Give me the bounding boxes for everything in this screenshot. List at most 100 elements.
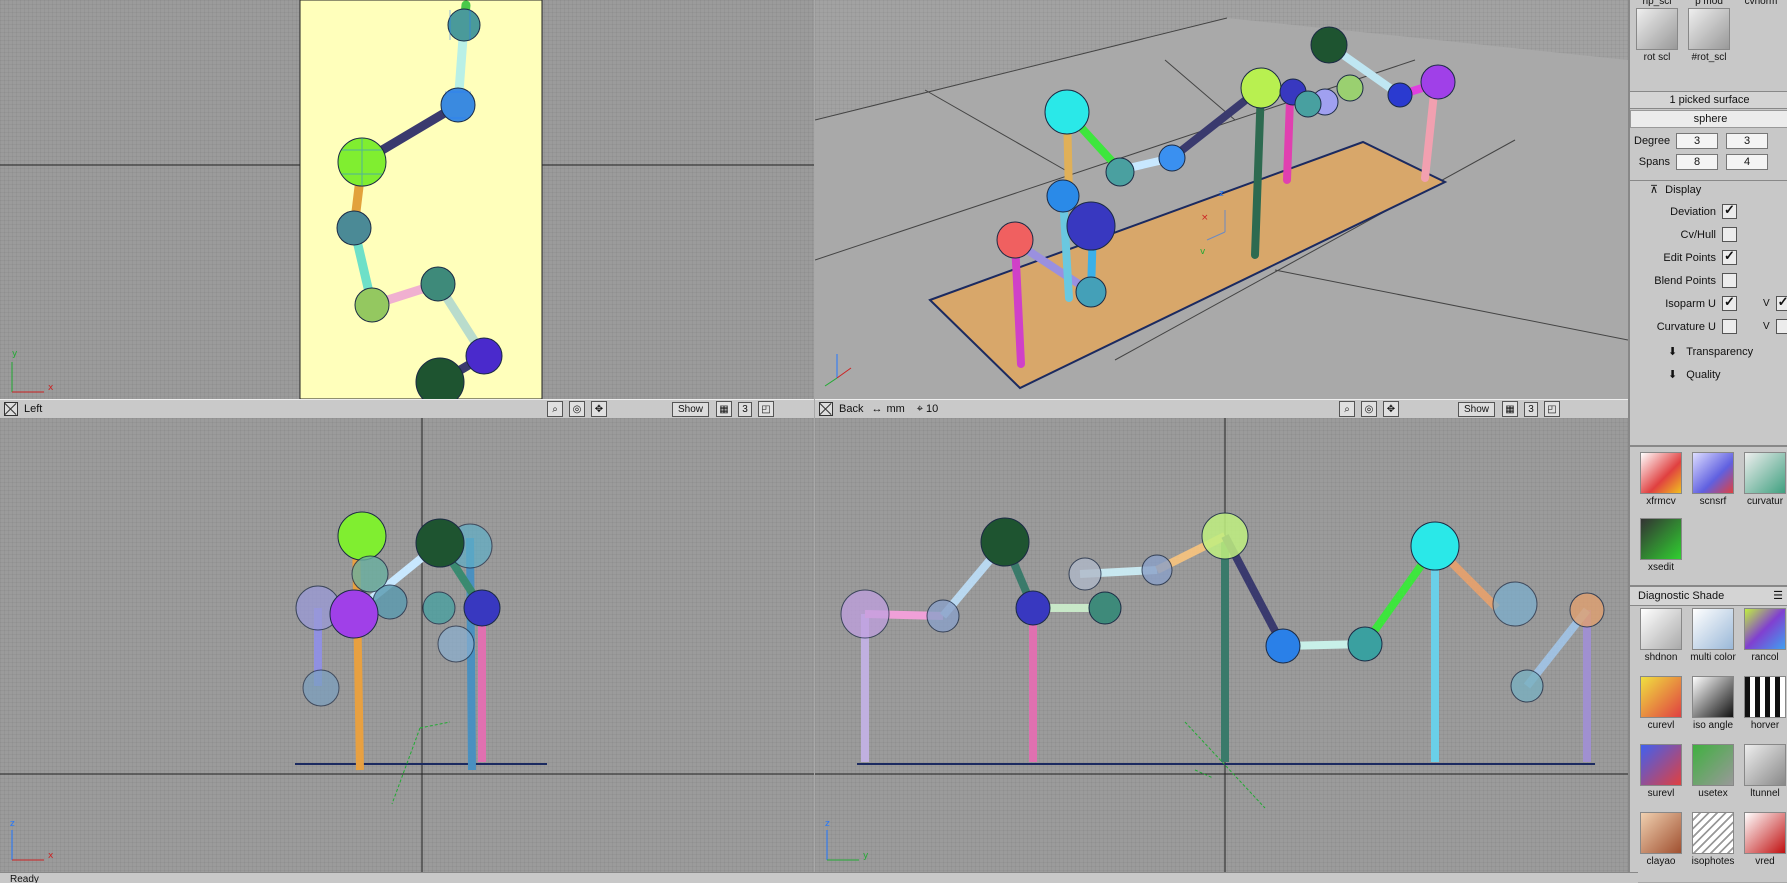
menu-icon[interactable]: ☰: [1773, 587, 1783, 605]
scnsrf-icon: [1692, 452, 1734, 494]
axis-label-y: y: [12, 349, 18, 359]
clayao-icon: [1640, 812, 1682, 854]
diagnostic-header-label: Diagnostic Shade: [1638, 590, 1725, 602]
usetex-icon: [1692, 744, 1734, 786]
blend-points-checkbox[interactable]: [1722, 273, 1737, 288]
tool-label: horver: [1750, 720, 1780, 731]
svg-text:z: z: [1219, 189, 1224, 199]
degree-v-field[interactable]: 3: [1726, 133, 1768, 149]
status-bar: Ready: [0, 872, 1638, 883]
layout-icon[interactable]: ▦: [1502, 401, 1519, 417]
transparency-toggle[interactable]: ⬇ Transparency: [1668, 345, 1753, 358]
viewport-top[interactable]: y x: [0, 0, 814, 399]
shade-tool-rancol[interactable]: rancol: [1740, 608, 1787, 663]
multi-color-icon: [1692, 608, 1734, 650]
display-item-label: Edit Points: [1663, 251, 1716, 264]
units-label: mm: [886, 403, 905, 415]
quality-toggle[interactable]: ⬇ Quality: [1668, 368, 1721, 381]
rancol-icon: [1744, 608, 1786, 650]
diagnostic-shade-header[interactable]: Diagnostic Shade ☰: [1630, 585, 1787, 606]
display-item-label: Cv/Hull: [1680, 228, 1716, 241]
xfrmcv-icon: [1640, 452, 1682, 494]
quality-label: Quality: [1686, 369, 1721, 381]
frame-icon[interactable]: ◎: [569, 401, 585, 417]
degree-u-field[interactable]: 3: [1676, 133, 1718, 149]
curvature-v-checkbox[interactable]: [1775, 319, 1787, 334]
shdnon-icon: [1640, 608, 1682, 650]
perspective-view-canvas: z × v: [815, 17, 1628, 399]
show-button-left[interactable]: Show: [672, 401, 710, 417]
shade-tool-surevl[interactable]: surevl: [1636, 744, 1686, 799]
pan-icon[interactable]: ✥: [1383, 401, 1399, 417]
display-item-label: Curvature U: [1656, 320, 1716, 333]
tool-label: surevl: [1647, 788, 1675, 799]
iso-angle-icon: [1692, 676, 1734, 718]
shade-tool-isophotes[interactable]: isophotes: [1688, 812, 1738, 867]
tool-scnsrf[interactable]: scnsrf: [1688, 452, 1738, 507]
units-icon: ↔: [871, 403, 883, 415]
shade-tool-curevl[interactable]: curevl: [1636, 676, 1686, 731]
tool-label: #rot_scl: [1691, 52, 1727, 63]
display-row-blendpoints: Blend Points: [1634, 273, 1737, 288]
top-view-canvas: y x: [0, 0, 814, 399]
degree-row: Degree 3 3: [1634, 133, 1768, 149]
tool-rot-scl[interactable]: rlp_scl rot scl: [1632, 0, 1682, 63]
zoom-icon[interactable]: ⌕: [1339, 401, 1355, 417]
object-name[interactable]: sphere: [1630, 110, 1787, 128]
vred-icon: [1744, 812, 1786, 854]
tool-rot-scl-alt[interactable]: p mod #rot_scl: [1684, 0, 1734, 63]
frame-icon[interactable]: ◎: [1361, 401, 1377, 417]
layout-icon[interactable]: ▦: [716, 401, 733, 417]
rotate-scale-icon: [1688, 8, 1730, 50]
close-viewport-icon[interactable]: [4, 402, 18, 416]
tool-label: scnsrf: [1699, 496, 1727, 507]
tool-xsedit[interactable]: xsedit: [1636, 518, 1686, 573]
viewport-left[interactable]: z x: [0, 418, 814, 872]
edit-points-checkbox[interactable]: [1722, 248, 1737, 265]
curvature-u-checkbox[interactable]: [1722, 319, 1737, 334]
isoparm-v-checkbox[interactable]: [1775, 294, 1787, 311]
shade-tool-usetex[interactable]: usetex: [1688, 744, 1738, 799]
left-view-canvas: z x: [0, 418, 814, 872]
spans-label: Spans: [1638, 156, 1670, 168]
zoom-icon[interactable]: ⌕: [547, 401, 563, 417]
shade-tool-vred[interactable]: vred: [1740, 812, 1787, 867]
pan-icon[interactable]: ✥: [591, 401, 607, 417]
cvhull-checkbox[interactable]: [1722, 227, 1737, 242]
spans-v-field[interactable]: 4: [1726, 154, 1768, 170]
shade-tool-clayao[interactable]: clayao: [1636, 812, 1686, 867]
shade-tool-iso-angle[interactable]: iso angle: [1688, 676, 1738, 731]
layer-count-left[interactable]: 3: [738, 401, 753, 417]
shade-tool-horver[interactable]: horver: [1740, 676, 1787, 731]
viewport-back[interactable]: z y: [815, 418, 1628, 872]
picked-surface-label[interactable]: 1 picked surface: [1630, 91, 1787, 109]
display-row-isoparm: Isoparm U V: [1634, 294, 1787, 311]
axis-label-x: x: [48, 383, 54, 393]
spans-u-field[interactable]: 8: [1676, 154, 1718, 170]
shade-tool-ltunnel[interactable]: ltunnel: [1740, 744, 1787, 799]
curevl-icon: [1640, 676, 1682, 718]
display-row-deviation: Deviation: [1634, 202, 1737, 219]
close-viewport-icon[interactable]: [819, 402, 833, 416]
display-header-label: Display: [1665, 184, 1702, 196]
maximize-icon[interactable]: ◰: [758, 401, 775, 417]
deviation-checkbox[interactable]: [1722, 202, 1737, 219]
show-button-back[interactable]: Show: [1458, 401, 1496, 417]
collapse-icon: ⊼: [1650, 184, 1659, 196]
shade-tool-multi-color[interactable]: multi color: [1688, 608, 1738, 663]
tool-label: ltunnel: [1750, 788, 1780, 799]
viewport-perspective[interactable]: z × v: [815, 0, 1628, 399]
isoparm-u-checkbox[interactable]: [1722, 294, 1737, 311]
tool-xfrmcv[interactable]: xfrmcv: [1636, 452, 1686, 507]
tool-cvnorm[interactable]: cvnorm: [1736, 0, 1786, 8]
display-row-curvature: Curvature U V: [1634, 319, 1787, 334]
display-section-header[interactable]: ⊼ Display: [1630, 180, 1787, 199]
tool-label: iso angle: [1692, 720, 1734, 731]
tool-curvatur[interactable]: curvatur: [1740, 452, 1787, 507]
maximize-icon[interactable]: ◰: [1544, 401, 1561, 417]
tool-label: xsedit: [1647, 562, 1675, 573]
transparency-label: Transparency: [1686, 346, 1754, 358]
shade-tool-shdnon[interactable]: shdnon: [1636, 608, 1686, 663]
tool-label: curevl: [1647, 720, 1675, 731]
layer-count-back[interactable]: 3: [1524, 401, 1539, 417]
